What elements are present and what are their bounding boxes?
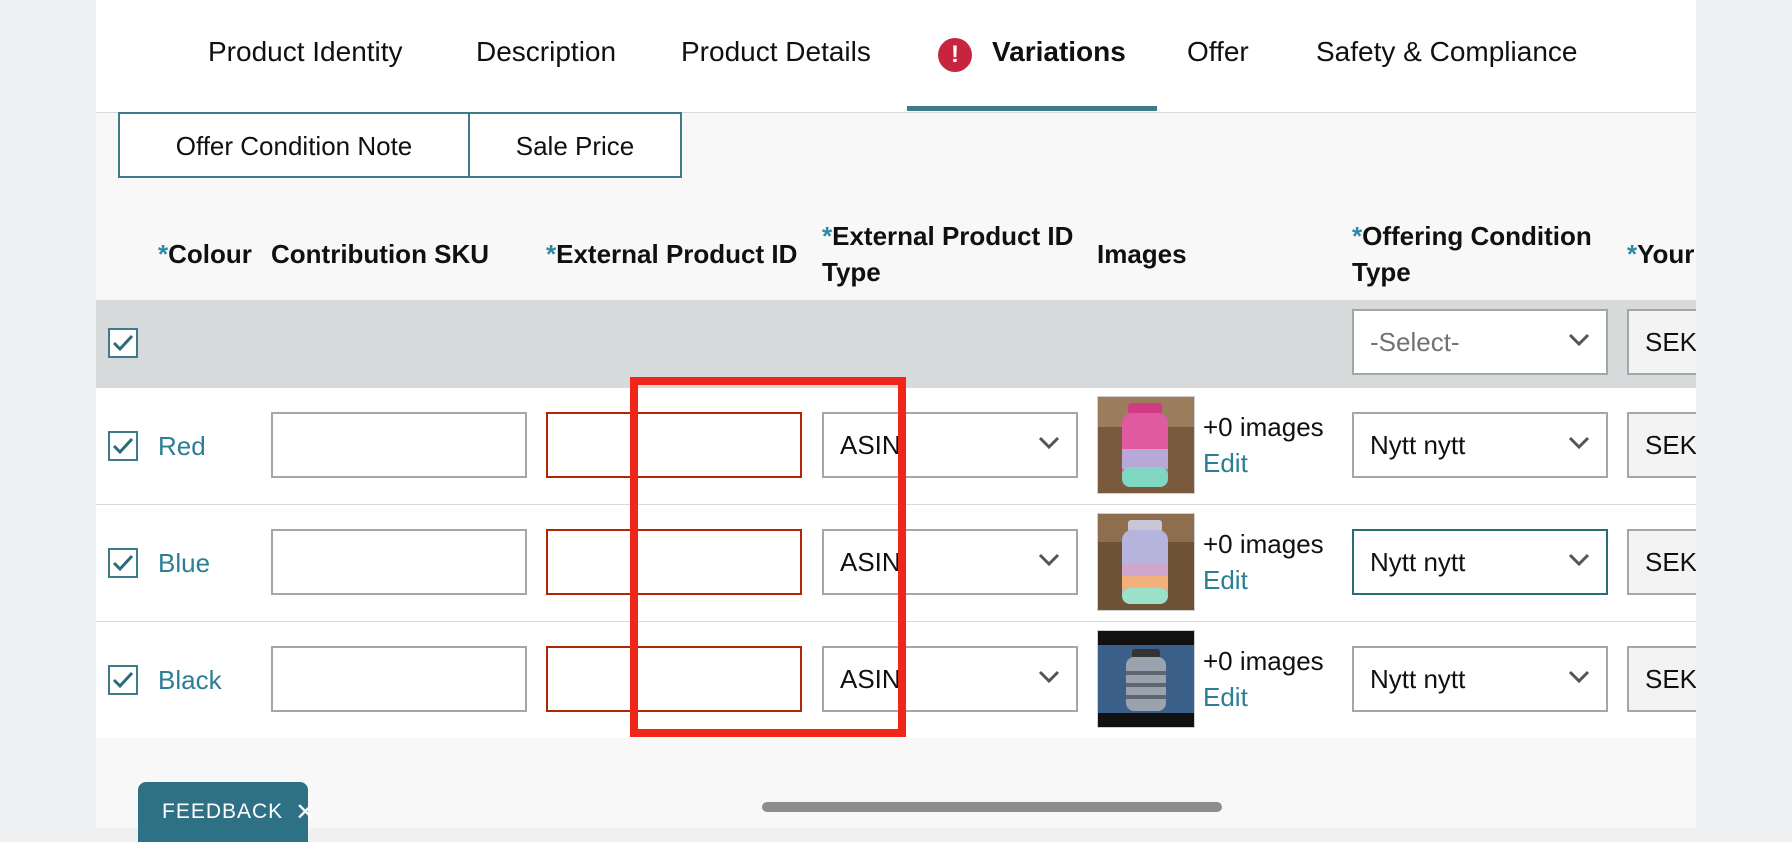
tab-product-details[interactable]: Product Details	[681, 36, 871, 68]
select-value: Nytt nytt	[1370, 546, 1466, 577]
image-count: +0 images	[1203, 646, 1324, 676]
external-id-type-select[interactable]: ASIN	[822, 646, 1078, 712]
row-checkbox-blue[interactable]	[108, 548, 138, 578]
active-tab-indicator	[907, 106, 1157, 111]
external-product-id-input[interactable]	[546, 529, 802, 595]
product-thumbnail-blue[interactable]	[1097, 513, 1195, 611]
contribution-sku-input[interactable]	[271, 412, 527, 478]
column-header-label: Your	[1637, 239, 1695, 269]
select-value: Nytt nytt	[1370, 663, 1466, 694]
row-checkbox-black[interactable]	[108, 665, 138, 695]
section-tab-bar: Product Identity Description Product Det…	[96, 0, 1696, 113]
chevron-down-icon	[1038, 670, 1060, 684]
condition-select[interactable]: Nytt nytt	[1352, 412, 1608, 478]
feedback-label: FEEDBACK	[162, 800, 284, 823]
required-marker: *	[1352, 221, 1363, 251]
chevron-down-icon	[1568, 553, 1590, 567]
checkmark-icon	[112, 554, 134, 572]
water-bottle-image	[1098, 514, 1194, 610]
colour-name: Black	[158, 665, 222, 695]
column-header-your-price: *Your	[1627, 236, 1694, 272]
column-header-label: Colour	[168, 239, 252, 269]
product-thumbnail-red[interactable]	[1097, 396, 1195, 494]
horizontal-scrollbar[interactable]	[762, 802, 1222, 812]
condition-select[interactable]: Nytt nytt	[1352, 646, 1608, 712]
edit-images-link[interactable]: Edit	[1203, 448, 1248, 479]
column-header-external-product-id-type: *External Product ID Type	[822, 218, 1073, 290]
tab-description[interactable]: Description	[476, 36, 616, 68]
select-all-checkbox[interactable]	[108, 328, 138, 358]
checkmark-icon	[112, 437, 134, 455]
image-count: +0 images	[1203, 529, 1324, 559]
column-header-contribution-sku: Contribution SKU	[271, 236, 489, 272]
currency-field[interactable]: SEK	[1627, 412, 1696, 478]
column-header-images: Images	[1097, 236, 1187, 272]
feedback-button[interactable]: FEEDBACK ✕	[138, 782, 315, 842]
column-header-offering-condition-type: *Offering Condition Type	[1352, 218, 1592, 290]
tab-variations[interactable]: Variations	[992, 36, 1126, 68]
checkmark-icon	[112, 334, 134, 352]
variations-panel: Product Identity Description Product Det…	[96, 0, 1696, 828]
edit-images-link[interactable]: Edit	[1203, 682, 1248, 713]
column-header-label: Offering Condition	[1362, 221, 1592, 251]
required-marker: *	[158, 239, 169, 269]
chevron-down-icon	[1038, 553, 1060, 567]
column-header-label: External Product ID	[556, 239, 798, 269]
image-count: +0 images	[1203, 412, 1324, 442]
edit-images-link[interactable]: Edit	[1203, 565, 1248, 596]
subtab-offer-condition-note[interactable]: Offer Condition Note	[118, 112, 470, 178]
select-value: ASIN	[840, 546, 901, 577]
product-thumbnail-black[interactable]	[1097, 630, 1195, 728]
colour-name: Blue	[158, 548, 211, 578]
contribution-sku-input[interactable]	[271, 529, 527, 595]
required-marker: *	[1627, 239, 1638, 269]
chevron-down-icon	[1568, 670, 1590, 684]
column-header-label-line2: Type	[822, 257, 881, 287]
water-bottle-image	[1098, 631, 1194, 727]
currency-field[interactable]: SEK	[1627, 646, 1696, 712]
row-checkbox-red[interactable]	[108, 431, 138, 461]
required-marker: *	[546, 239, 557, 269]
water-bottle-image	[1098, 397, 1194, 493]
currency-field[interactable]: SEK	[1627, 529, 1696, 595]
external-product-id-input[interactable]	[546, 646, 802, 712]
column-header-label: Images	[1097, 239, 1187, 269]
close-icon[interactable]: ✕	[295, 798, 316, 827]
select-value: -Select-	[1370, 326, 1460, 357]
bulk-condition-select[interactable]: -Select-	[1352, 309, 1608, 375]
column-header-colour: *Colour	[158, 236, 252, 272]
column-header-label: External Product ID	[832, 221, 1074, 251]
bulk-currency-field[interactable]: SEK	[1627, 309, 1696, 375]
external-product-id-input[interactable]	[546, 412, 802, 478]
chevron-down-icon	[1568, 436, 1590, 450]
tab-safety-compliance[interactable]: Safety & Compliance	[1316, 36, 1577, 68]
column-header-label-line2: Type	[1352, 257, 1411, 287]
contribution-sku-input[interactable]	[271, 646, 527, 712]
external-id-type-select[interactable]: ASIN	[822, 412, 1078, 478]
tab-offer[interactable]: Offer	[1187, 36, 1249, 68]
tab-product-identity[interactable]: Product Identity	[208, 36, 403, 68]
condition-select[interactable]: Nytt nytt	[1352, 529, 1608, 595]
checkmark-icon	[112, 671, 134, 689]
chevron-down-icon	[1568, 333, 1590, 347]
column-header-label: Contribution SKU	[271, 239, 490, 269]
required-marker: *	[822, 221, 833, 251]
chevron-down-icon	[1038, 436, 1060, 450]
column-header-external-product-id: *External Product ID	[546, 236, 797, 272]
select-value: Nytt nytt	[1370, 429, 1466, 460]
select-value: ASIN	[840, 429, 901, 460]
select-value: ASIN	[840, 663, 901, 694]
exclamation-alert-icon: !	[938, 38, 972, 72]
external-id-type-select[interactable]: ASIN	[822, 529, 1078, 595]
subtab-sale-price[interactable]: Sale Price	[468, 112, 682, 178]
colour-name: Red	[158, 431, 206, 461]
